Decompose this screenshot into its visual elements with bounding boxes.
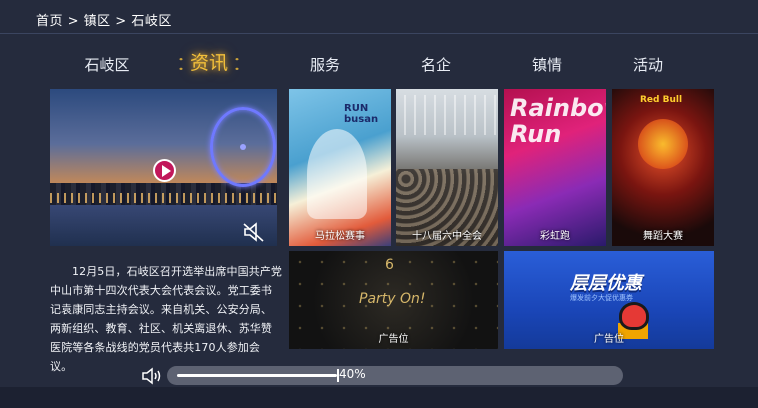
tab-label: 名企: [420, 56, 452, 74]
mute-icon[interactable]: [241, 221, 271, 243]
tab-label: 镇情: [531, 56, 563, 74]
tile-caption: 彩虹跑: [540, 231, 570, 242]
tile-dance-contest[interactable]: Red Bull 舞蹈大赛: [612, 89, 714, 246]
ceiling-lights: [396, 95, 498, 135]
header-divider: [0, 33, 758, 34]
tab-label: 石岐区: [84, 56, 130, 74]
ferris-wheel: [210, 107, 276, 187]
tab-bar: 石岐区 资讯 服务 名企 镇情 活动: [0, 48, 758, 82]
tile-caption: 十八届六中全会: [412, 231, 482, 242]
tile-marathon[interactable]: RUN busan 马拉松赛事: [289, 89, 391, 246]
bottom-bar: [0, 387, 758, 408]
tile-ad-discount[interactable]: 层层优惠 爆发前夕大促优惠券 广告位: [504, 251, 714, 349]
tile-rainbow-run[interactable]: Rainbow Run 彩虹跑: [504, 89, 606, 246]
tab-deco-icon: [234, 57, 241, 70]
event-badge-art: [638, 119, 688, 169]
mascot-art: [622, 305, 646, 327]
tile-art-number: 6: [385, 257, 394, 273]
volume-label: 40%: [339, 367, 366, 381]
tab-news[interactable]: 资讯: [172, 48, 246, 75]
article-summary: 12月5日，石岐区召开选举出席中国共产党中山市第十四次代表大会代表会议。党工委书…: [50, 265, 282, 373]
tab-town-info[interactable]: 镇情: [532, 54, 562, 75]
volume-slider[interactable]: 40%: [167, 366, 623, 385]
tab-companies[interactable]: 名企: [421, 54, 451, 75]
tab-events[interactable]: 活动: [633, 54, 663, 75]
tile-caption: 马拉松赛事: [315, 231, 365, 242]
speaker-icon[interactable]: [141, 366, 163, 386]
tile-art-text: Party On!: [359, 291, 426, 307]
tile-art-text: Rainbow Run: [510, 94, 606, 148]
tab-deco-icon: [177, 57, 184, 70]
tile-plenary-session[interactable]: 十八届六中全会: [396, 89, 498, 246]
volume-fill: [177, 374, 337, 377]
play-icon[interactable]: [153, 159, 176, 182]
runner-art: [307, 129, 367, 219]
tile-logo: RUN busan: [344, 103, 379, 125]
tab-label: 活动: [632, 56, 664, 74]
tile-art-text: 层层优惠: [570, 273, 642, 294]
tile-ad-party[interactable]: 6 Party On! 广告位: [289, 251, 498, 349]
tile-caption: 广告位: [594, 334, 624, 345]
tab-label: 服务: [309, 56, 341, 74]
tile-caption: 广告位: [378, 334, 409, 345]
tile-caption: 舞蹈大赛: [643, 231, 683, 242]
tab-shiqi[interactable]: 石岐区: [84, 54, 129, 75]
tile-art-subtext: 爆发前夕大促优惠券: [570, 294, 633, 302]
tab-label: 资讯: [189, 52, 229, 74]
breadcrumb[interactable]: 首页 > 镇区 > 石岐区: [36, 10, 172, 29]
tab-services[interactable]: 服务: [310, 54, 340, 75]
video-lights: [50, 193, 277, 203]
tile-logo: Red Bull: [640, 95, 683, 105]
